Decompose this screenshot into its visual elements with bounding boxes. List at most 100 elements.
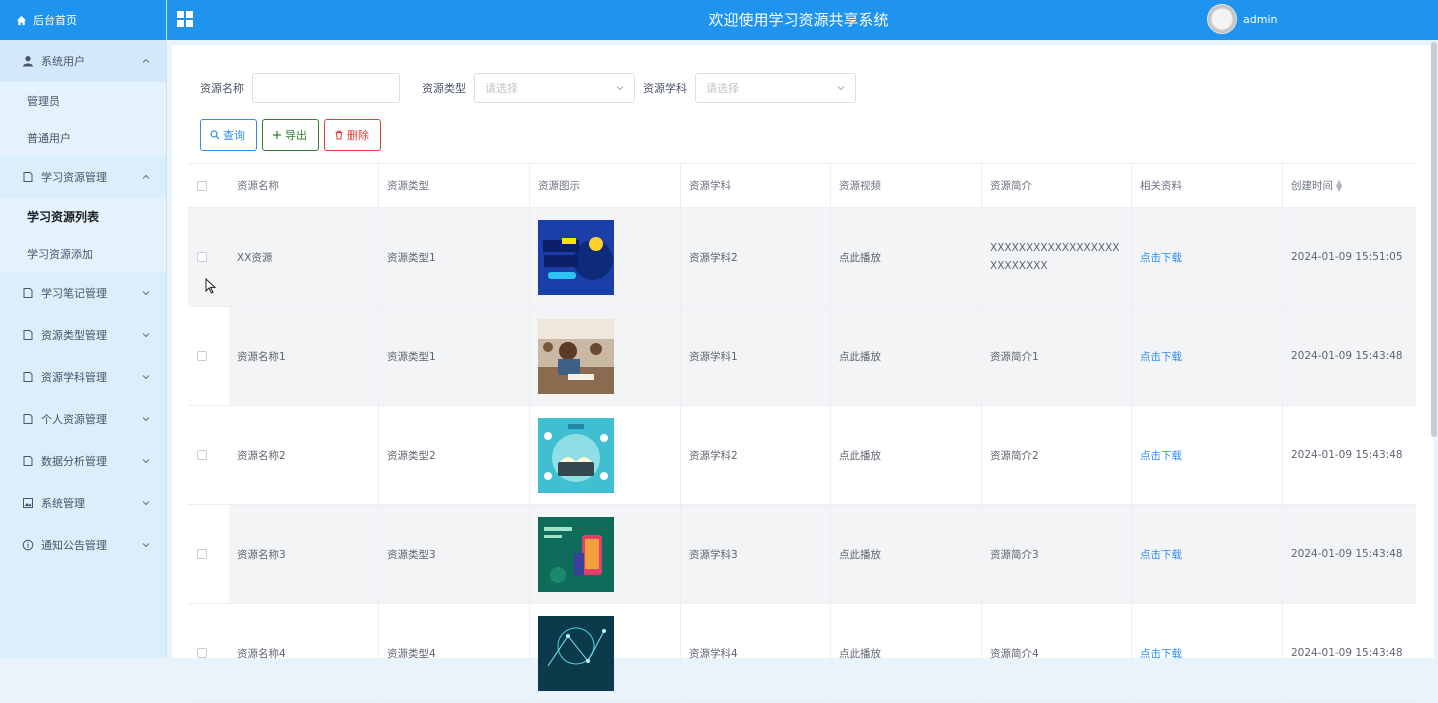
document-icon: [23, 288, 33, 298]
page-scrollbar[interactable]: [1431, 42, 1437, 437]
table-row: XX资源 资源类型1 资源学科2 点此播放 XXXXXXXXXXXXXXXXXX…: [188, 208, 1416, 307]
sidebar-group-notes[interactable]: 学习笔记管理: [0, 272, 166, 314]
sidebar-group-system-users[interactable]: 系统用户: [0, 40, 166, 82]
sidebar-group-label: 系统管理: [41, 497, 85, 510]
avatar[interactable]: [1207, 4, 1237, 34]
sidebar-item-resource-add[interactable]: 学习资源添加: [0, 235, 166, 272]
column-header: 相关资料: [1132, 164, 1283, 207]
cell-name: XX资源: [229, 208, 379, 306]
resource-thumbnail[interactable]: [538, 417, 614, 493]
sidebar-group-label: 数据分析管理: [41, 455, 107, 468]
chevron-down-icon: [142, 375, 150, 380]
export-button-label: 导出: [285, 129, 307, 142]
download-link[interactable]: 点击下载: [1140, 349, 1182, 364]
cell-material: 点击下载: [1132, 604, 1283, 702]
sidebar-group-resources[interactable]: 学习资源管理: [0, 156, 166, 198]
cell-type: 资源类型3: [379, 505, 530, 603]
cell-video[interactable]: 点此播放: [831, 604, 982, 702]
cell-video[interactable]: 点此播放: [831, 505, 982, 603]
sidebar-group-analytics[interactable]: 数据分析管理: [0, 440, 166, 482]
info-icon: [22, 539, 34, 551]
resource-thumbnail[interactable]: [538, 219, 614, 295]
plus-icon: [273, 131, 281, 139]
row-checkbox[interactable]: [197, 351, 207, 361]
sidebar-group-subjects[interactable]: 资源学科管理: [0, 356, 166, 398]
chevron-down-icon: [142, 543, 150, 548]
download-link[interactable]: 点击下载: [1140, 250, 1182, 265]
row-checkbox[interactable]: [197, 549, 207, 559]
chevron-up-icon: [142, 58, 150, 63]
delete-button[interactable]: 删除: [324, 119, 381, 151]
type-filter-placeholder: 请选择: [485, 82, 518, 95]
document-icon: [23, 456, 33, 466]
sidebar-group-label: 个人资源管理: [41, 413, 107, 426]
document-icon: [23, 414, 33, 424]
cell-created: 2024-01-09 15:43:48: [1291, 647, 1403, 659]
cell-name: 资源名称4: [229, 604, 379, 702]
cell-image: [530, 208, 681, 306]
sidebar-group-types[interactable]: 资源类型管理: [0, 314, 166, 356]
cell-video[interactable]: 点此播放: [831, 406, 982, 504]
cell-name: 资源名称2: [229, 406, 379, 504]
sidebar-item-users[interactable]: 普通用户: [0, 119, 166, 156]
row-checkbox[interactable]: [197, 450, 207, 460]
cell-subject: 资源学科2: [681, 406, 831, 504]
user-menu[interactable]: admin: [1207, 4, 1277, 34]
subject-filter-select[interactable]: 请选择: [695, 73, 856, 103]
sidebar-group-label: 学习资源管理: [41, 171, 107, 184]
sidebar-item-admins[interactable]: 管理员: [0, 82, 166, 119]
sidebar-group-system[interactable]: 系统管理: [0, 482, 166, 524]
sidebar-group-label: 学习笔记管理: [41, 287, 107, 300]
table-row: 资源名称1 资源类型1 资源学科1 点此播放 资源简介1 点击下载 2024-0…: [188, 307, 1416, 406]
cell-intro: 资源简介4: [982, 604, 1132, 702]
sidebar-item-resource-list[interactable]: 学习资源列表: [0, 198, 166, 235]
cell-created: 2024-01-09 15:43:48: [1291, 449, 1403, 461]
download-link[interactable]: 点击下载: [1140, 448, 1182, 463]
cell-material: 点击下载: [1132, 208, 1283, 306]
cell-name: 资源名称1: [229, 307, 379, 405]
column-header: 资源类型: [379, 164, 530, 207]
table-row: 资源名称3 资源类型3 资源学科3 点此播放 资源简介3 点击下载 2024-0…: [188, 505, 1416, 604]
cell-material: 点击下载: [1132, 505, 1283, 603]
sidebar-item-label: 普通用户: [27, 131, 71, 145]
column-header-created[interactable]: 创建时间 ▲ ▼: [1283, 164, 1416, 207]
top-header: 欢迎使用学习资源共享系统 admin: [167, 0, 1438, 40]
cell-intro: XXXXXXXXXXXXXXXXXXXXXXXXXX: [982, 208, 1132, 306]
name-filter-input[interactable]: [252, 73, 400, 103]
row-checkbox[interactable]: [197, 648, 207, 658]
sidebar-home[interactable]: 后台首页: [0, 0, 166, 40]
type-filter-label: 资源类型: [422, 82, 466, 95]
sidebar-group-notices[interactable]: 通知公告管理: [0, 524, 166, 566]
sidebar-item-label: 学习资源列表: [27, 210, 100, 224]
query-button[interactable]: 查询: [200, 119, 257, 151]
sidebar-item-label: 管理员: [27, 94, 60, 108]
cell-material: 点击下载: [1132, 307, 1283, 405]
main-panel: 资源名称 资源类型 请选择 资源学科 请选择 查询 导出 删除 资源名称 资源类…: [172, 45, 1434, 703]
cell-video[interactable]: 点此播放: [831, 208, 982, 306]
resource-thumbnail[interactable]: [538, 516, 614, 592]
cell-intro: 资源简介2: [982, 406, 1132, 504]
export-button[interactable]: 导出: [262, 119, 319, 151]
delete-button-label: 删除: [347, 129, 369, 142]
resource-thumbnail[interactable]: [538, 318, 614, 394]
column-header: 资源名称: [229, 164, 379, 207]
row-checkbox[interactable]: [197, 252, 207, 262]
download-link[interactable]: 点击下载: [1140, 547, 1182, 562]
column-header: 资源简介: [982, 164, 1132, 207]
sort-icon[interactable]: ▲ ▼: [1336, 178, 1342, 192]
cell-type: 资源类型1: [379, 208, 530, 306]
row-select-cell: [188, 307, 229, 405]
resource-thumbnail[interactable]: [538, 615, 614, 691]
column-header: 资源视频: [831, 164, 982, 207]
row-select-cell: [188, 505, 229, 603]
image-icon: [23, 498, 33, 508]
select-all-checkbox[interactable]: [197, 180, 207, 191]
sidebar-group-label: 资源学科管理: [41, 371, 107, 384]
type-filter-select[interactable]: 请选择: [474, 73, 635, 103]
document-icon: [23, 330, 33, 340]
download-link[interactable]: 点击下载: [1140, 646, 1182, 661]
cell-image: [530, 406, 681, 504]
cell-intro: 资源简介1: [982, 307, 1132, 405]
cell-video[interactable]: 点此播放: [831, 307, 982, 405]
sidebar-group-personal[interactable]: 个人资源管理: [0, 398, 166, 440]
